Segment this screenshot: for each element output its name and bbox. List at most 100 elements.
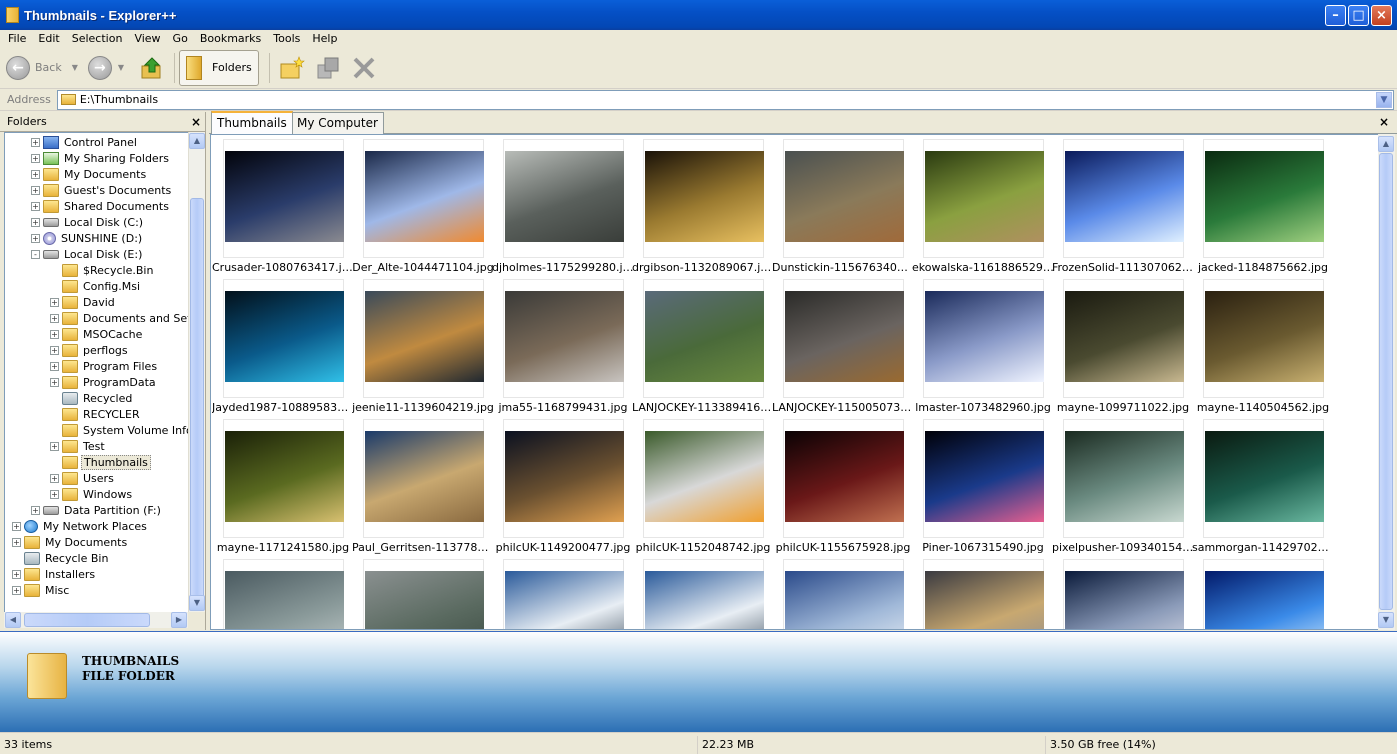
thumbnail-image[interactable]	[925, 571, 1044, 629]
thumbnail-frame[interactable]	[1203, 139, 1324, 258]
thumbnail-image[interactable]	[1205, 151, 1324, 242]
thumbnail-item[interactable]: mayne-1171241580.jpg	[212, 416, 352, 556]
thumbnail-image[interactable]	[505, 151, 624, 242]
expand-icon[interactable]: +	[50, 329, 59, 339]
tree-item[interactable]: + My Network Places	[12, 518, 149, 534]
thumbnail-item[interactable]	[352, 556, 492, 629]
close-folders-pane-icon[interactable]: ×	[191, 115, 201, 129]
tree-item-label[interactable]: Data Partition (F:)	[62, 504, 163, 517]
expand-icon[interactable]: +	[12, 569, 21, 579]
collapse-icon[interactable]: -	[31, 249, 40, 259]
thumbnail-image[interactable]	[365, 431, 484, 522]
menu-file[interactable]: File	[2, 31, 32, 46]
tree-item[interactable]: $Recycle.Bin	[50, 262, 155, 278]
tree-item[interactable]: + perflogs	[50, 342, 130, 358]
tree-item-label[interactable]: Recycle Bin	[43, 552, 110, 565]
tab-thumbnails[interactable]: Thumbnails	[211, 111, 293, 134]
thumbnail-frame[interactable]	[783, 139, 904, 258]
expand-icon[interactable]: +	[31, 137, 40, 147]
tree-item[interactable]: + ProgramData	[50, 374, 158, 390]
thumbnail-frame[interactable]	[923, 279, 1044, 398]
tree-item[interactable]: + David	[50, 294, 117, 310]
up-folder-icon[interactable]	[139, 55, 165, 81]
thumbnail-item[interactable]	[212, 556, 352, 629]
thumbnail-label[interactable]: LANJOCKEY-1133894167.jpg	[632, 401, 774, 414]
back-button-label[interactable]: Back	[35, 61, 62, 74]
scroll-up-button[interactable]: ▲	[189, 133, 205, 149]
tree-item-label[interactable]: Documents and Settings	[81, 312, 188, 325]
menu-selection[interactable]: Selection	[66, 31, 129, 46]
thumbnail-image[interactable]	[505, 431, 624, 522]
thumbnail-label[interactable]: djholmes-1175299280.jpg	[492, 261, 634, 274]
tree-item-label[interactable]: Windows	[81, 488, 134, 501]
thumbnail-image[interactable]	[925, 431, 1044, 522]
thumbnail-label[interactable]: sammorgan-1142970200.jpg	[1192, 541, 1334, 554]
thumbnail-label[interactable]: LANJOCKEY-1150050738.jpg	[772, 401, 914, 414]
thumbnail-frame[interactable]	[1063, 139, 1184, 258]
scroll-down-button[interactable]: ▼	[189, 595, 205, 611]
expand-icon[interactable]: +	[31, 153, 40, 163]
thumbnail-frame[interactable]	[1203, 559, 1324, 629]
thumbnail-item[interactable]: LANJOCKEY-1133894167.jpg	[632, 276, 774, 416]
forward-arrow-icon[interactable]: →	[87, 55, 112, 80]
expand-icon[interactable]: +	[12, 585, 21, 595]
thumbnail-image[interactable]	[505, 291, 624, 382]
thumbnail-label[interactable]: philcUK-1149200477.jpg	[492, 541, 634, 554]
thumbnail-frame[interactable]	[363, 559, 484, 629]
tree-item[interactable]: Thumbnails	[50, 454, 151, 470]
thumbnail-image[interactable]	[785, 291, 904, 382]
tree-item-label[interactable]: My Documents	[62, 168, 148, 181]
tree-vertical-scrollbar[interactable]: ▲ ▼	[188, 132, 205, 612]
thumbnail-item[interactable]: mayne-1099711022.jpg	[1052, 276, 1192, 416]
maximize-button[interactable]: □	[1348, 5, 1369, 26]
back-arrow-icon[interactable]: ←	[6, 55, 30, 80]
thumbnail-label[interactable]: mayne-1140504562.jpg	[1192, 401, 1334, 414]
tree-item-label[interactable]: Shared Documents	[62, 200, 171, 213]
expand-icon[interactable]: +	[50, 441, 59, 451]
tree-item-label[interactable]: ProgramData	[81, 376, 158, 389]
thumbnail-frame[interactable]	[223, 139, 344, 258]
thumbnail-label[interactable]: FrozenSolid-1113070621.jpg	[1052, 261, 1194, 274]
thumbnail-frame[interactable]	[503, 279, 624, 398]
thumbnail-label[interactable]: Crusader-1080763417.jpg	[212, 261, 354, 274]
thumbnail-image[interactable]	[785, 431, 904, 522]
thumbnail-label[interactable]: mayne-1171241580.jpg	[212, 541, 354, 554]
tree-item-label[interactable]: MSOCache	[81, 328, 144, 341]
thumbnail-frame[interactable]	[923, 419, 1044, 538]
thumbnail-item[interactable]: ekowalska-1161886529.jpg	[912, 136, 1054, 276]
tree-item-label[interactable]: Misc	[43, 584, 71, 597]
thumbnail-image[interactable]	[1205, 571, 1324, 629]
back-dropdown-icon[interactable]: ▼	[72, 63, 78, 72]
thumbnail-item[interactable]	[1052, 556, 1192, 629]
thumbnail-item[interactable]: FrozenSolid-1113070621.jpg	[1052, 136, 1194, 276]
thumbnail-item[interactable]: jacked-1184875662.jpg	[1192, 136, 1332, 276]
thumbnail-image[interactable]	[785, 571, 904, 629]
thumbnail-item[interactable]: djholmes-1175299280.jpg	[492, 136, 634, 276]
thumbnail-label[interactable]: Der_Alte-1044471104.jpg	[352, 261, 494, 274]
thumbnail-item[interactable]: philcUK-1149200477.jpg	[492, 416, 632, 556]
thumbnail-item[interactable]	[632, 556, 772, 629]
thumbnail-label[interactable]: jeenie11-1139604219.jpg	[352, 401, 494, 414]
thumbnail-label[interactable]: lmaster-1073482960.jpg	[912, 401, 1054, 414]
thumbnail-label[interactable]: pixelpusher-1093401543.jpg	[1052, 541, 1194, 554]
tree-item[interactable]: + MSOCache	[50, 326, 144, 342]
folders-button[interactable]: Folders	[179, 49, 259, 86]
address-dropdown-button[interactable]: ▼	[1376, 91, 1392, 108]
thumbnail-label[interactable]: philcUK-1152048742.jpg	[632, 541, 774, 554]
expand-icon[interactable]: +	[31, 185, 40, 195]
title-bar[interactable]: Thumbnails - Explorer++ – □ ×	[0, 0, 1397, 30]
thumbnail-image[interactable]	[645, 431, 764, 522]
tree-item-label[interactable]: Local Disk (E:)	[62, 248, 144, 261]
thumbnail-frame[interactable]	[1063, 559, 1184, 629]
tree-item-label[interactable]: perflogs	[81, 344, 130, 357]
tree-item[interactable]: + Installers	[12, 566, 97, 582]
thumbnail-frame[interactable]	[1063, 419, 1184, 538]
thumbnail-label[interactable]: mayne-1099711022.jpg	[1052, 401, 1194, 414]
tree-horizontal-scrollbar[interactable]: ◀ ▶	[4, 612, 188, 628]
tree-item[interactable]: + Guest's Documents	[31, 182, 173, 198]
tree-item-label[interactable]: System Volume Information	[81, 424, 188, 437]
expand-icon[interactable]: +	[50, 473, 59, 483]
tree-item-label[interactable]: Config.Msi	[81, 280, 142, 293]
tree-item-label[interactable]: $Recycle.Bin	[81, 264, 155, 277]
scroll-thumb[interactable]	[190, 198, 204, 602]
